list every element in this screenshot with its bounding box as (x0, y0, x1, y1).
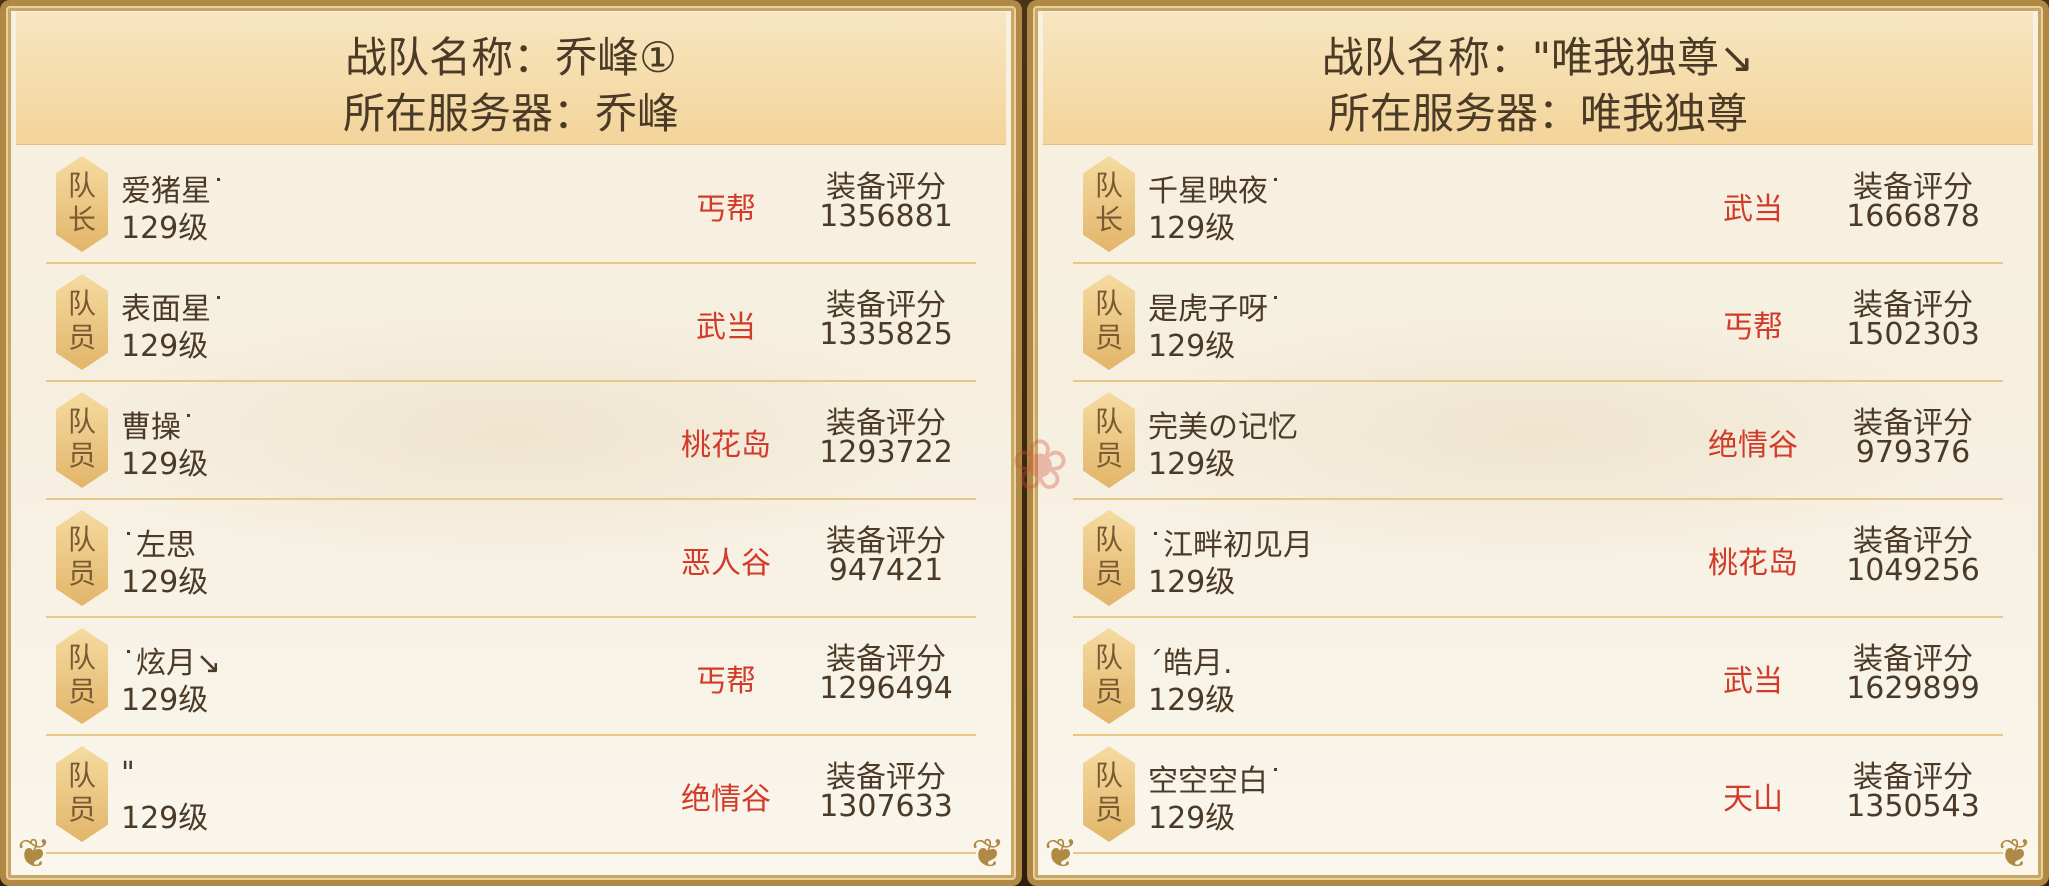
score-value: 1666878 (1846, 199, 1980, 234)
member-sect: 武当 (696, 310, 756, 345)
role-char: 员 (67, 321, 96, 354)
score-value: 1356881 (819, 199, 953, 234)
role-char: 队 (1094, 169, 1123, 202)
hexagon-badge-icon: 队 员 (56, 746, 108, 842)
member-sect: 武当 (1723, 664, 1783, 699)
hexagon-badge-icon: 队 员 (56, 510, 108, 606)
hexagon-badge-icon: 队 员 (1083, 746, 1135, 842)
member-row: 队 员 ´皓月. 129级 武当 装备评分 1629899 (1073, 618, 2003, 736)
member-level: 129级 (121, 683, 209, 718)
member-level: 129级 (1148, 565, 1236, 600)
role-char: 队 (1094, 405, 1123, 438)
score-value: 1502303 (1846, 317, 1980, 352)
member-row: 队 员 完美の记忆 129级 绝情谷 装备评分 979376 (1073, 382, 2003, 500)
member-level: 129级 (1148, 801, 1236, 836)
hexagon-badge-icon: 队 员 (1083, 510, 1135, 606)
team-panel-right: ❦ ❦ ❦ ❦ 战队名称："唯我独尊↘ 所在服务器：唯我独尊 队 长 千星映夜˙… (1027, 0, 2049, 886)
member-level: 129级 (121, 211, 209, 246)
member-sect: 天山 (1723, 782, 1783, 817)
team-name: 战队名称：乔峰① (345, 33, 677, 82)
member-row: 队 员 ˙炫月↘ 129级 丐帮 装备评分 1296494 (46, 618, 976, 736)
role-char: 队 (67, 405, 96, 438)
score-value: 979376 (1855, 435, 1971, 470)
member-sect: 武当 (1723, 192, 1783, 227)
role-char: 员 (67, 675, 96, 708)
team-header: 战队名称："唯我独尊↘ 所在服务器：唯我独尊 (1043, 12, 2033, 145)
role-char: 队 (67, 641, 96, 674)
member-name: " (121, 756, 135, 791)
member-sect: 桃花岛 (1708, 546, 1798, 581)
role-char: 员 (1094, 321, 1123, 354)
role-char: 队 (1094, 641, 1123, 674)
member-level: 129级 (1148, 447, 1236, 482)
member-row: 队 员 是虎子呀˙ 129级 丐帮 装备评分 1502303 (1073, 264, 2003, 382)
role-char: 员 (67, 793, 96, 826)
member-list: 队 长 爱猪星˙ 129级 丐帮 装备评分 1356881 队 员 表面星˙ 1… (46, 146, 976, 854)
score-value: 1350543 (1846, 789, 1980, 824)
member-level: 129级 (1148, 211, 1236, 246)
member-level: 129级 (121, 329, 209, 364)
role-char: 员 (1094, 793, 1123, 826)
server-name: 所在服务器：唯我独尊 (1327, 89, 1748, 138)
member-level: 129级 (1148, 683, 1236, 718)
stage: ❦ ❦ ❦ ❦ 战队名称：乔峰① 所在服务器：乔峰 队 长 爱猪星˙ 129级 … (0, 0, 2049, 886)
score-value: 1293722 (819, 435, 953, 470)
team-name: 战队名称："唯我独尊↘ (1321, 33, 1755, 82)
role-char: 员 (67, 557, 96, 590)
role-char: 队 (1094, 287, 1123, 320)
role-char: 队 (67, 287, 96, 320)
member-sect: 丐帮 (1723, 310, 1783, 345)
score-value: 1629899 (1846, 671, 1980, 706)
score-value: 1049256 (1846, 553, 1980, 588)
role-char: 队 (67, 523, 96, 556)
member-sect: 恶人谷 (681, 546, 771, 581)
score-value: 1307633 (819, 789, 953, 824)
member-sect: 绝情谷 (681, 782, 771, 817)
hexagon-badge-icon: 队 长 (1083, 156, 1135, 252)
role-char: 员 (1094, 675, 1123, 708)
member-sect: 绝情谷 (1708, 428, 1798, 463)
member-row: 队 员 " 129级 绝情谷 装备评分 1307633 (46, 736, 976, 854)
member-row: 队 员 曹操˙ 129级 桃花岛 装备评分 1293722 (46, 382, 976, 500)
member-row: 队 长 千星映夜˙ 129级 武当 装备评分 1666878 (1073, 146, 2003, 264)
member-level: 129级 (121, 447, 209, 482)
team-panel-left: ❦ ❦ ❦ ❦ 战队名称：乔峰① 所在服务器：乔峰 队 长 爱猪星˙ 129级 … (0, 0, 1022, 886)
member-row: 队 员 ˙左思 129级 恶人谷 装备评分 947421 (46, 500, 976, 618)
hexagon-badge-icon: 队 员 (1083, 274, 1135, 370)
member-row: 队 员 空空空白˙ 129级 天山 装备评分 1350543 (1073, 736, 2003, 854)
server-name: 所在服务器：乔峰 (342, 89, 679, 138)
role-char: 员 (67, 439, 96, 472)
score-value: 947421 (828, 553, 944, 588)
member-sect: 桃花岛 (681, 428, 771, 463)
score-value: 1335825 (819, 317, 953, 352)
member-row: 队 员 表面星˙ 129级 武当 装备评分 1335825 (46, 264, 976, 382)
role-char: 队 (1094, 523, 1123, 556)
hexagon-badge-icon: 队 员 (56, 392, 108, 488)
member-list: 队 长 千星映夜˙ 129级 武当 装备评分 1666878 队 员 是虎子呀˙… (1073, 146, 2003, 854)
hexagon-badge-icon: 队 员 (1083, 392, 1135, 488)
member-sect: 丐帮 (696, 192, 756, 227)
role-char: 长 (67, 203, 96, 236)
member-level: 129级 (121, 565, 209, 600)
member-row: 队 长 爱猪星˙ 129级 丐帮 装备评分 1356881 (46, 146, 976, 264)
role-char: 长 (1094, 203, 1123, 236)
score-value: 1296494 (819, 671, 953, 706)
hexagon-badge-icon: 队 员 (1083, 628, 1135, 724)
role-char: 队 (67, 169, 96, 202)
role-char: 队 (67, 759, 96, 792)
member-sect: 丐帮 (696, 664, 756, 699)
team-header: 战队名称：乔峰① 所在服务器：乔峰 (16, 12, 1006, 145)
role-char: 队 (1094, 759, 1123, 792)
member-level: 129级 (121, 801, 209, 836)
member-level: 129级 (1148, 329, 1236, 364)
role-char: 员 (1094, 557, 1123, 590)
member-row: 队 员 ˙江畔初见月 129级 桃花岛 装备评分 1049256 (1073, 500, 2003, 618)
hexagon-badge-icon: 队 员 (56, 274, 108, 370)
role-char: 员 (1094, 439, 1123, 472)
hexagon-badge-icon: 队 员 (56, 628, 108, 724)
hexagon-badge-icon: 队 长 (56, 156, 108, 252)
